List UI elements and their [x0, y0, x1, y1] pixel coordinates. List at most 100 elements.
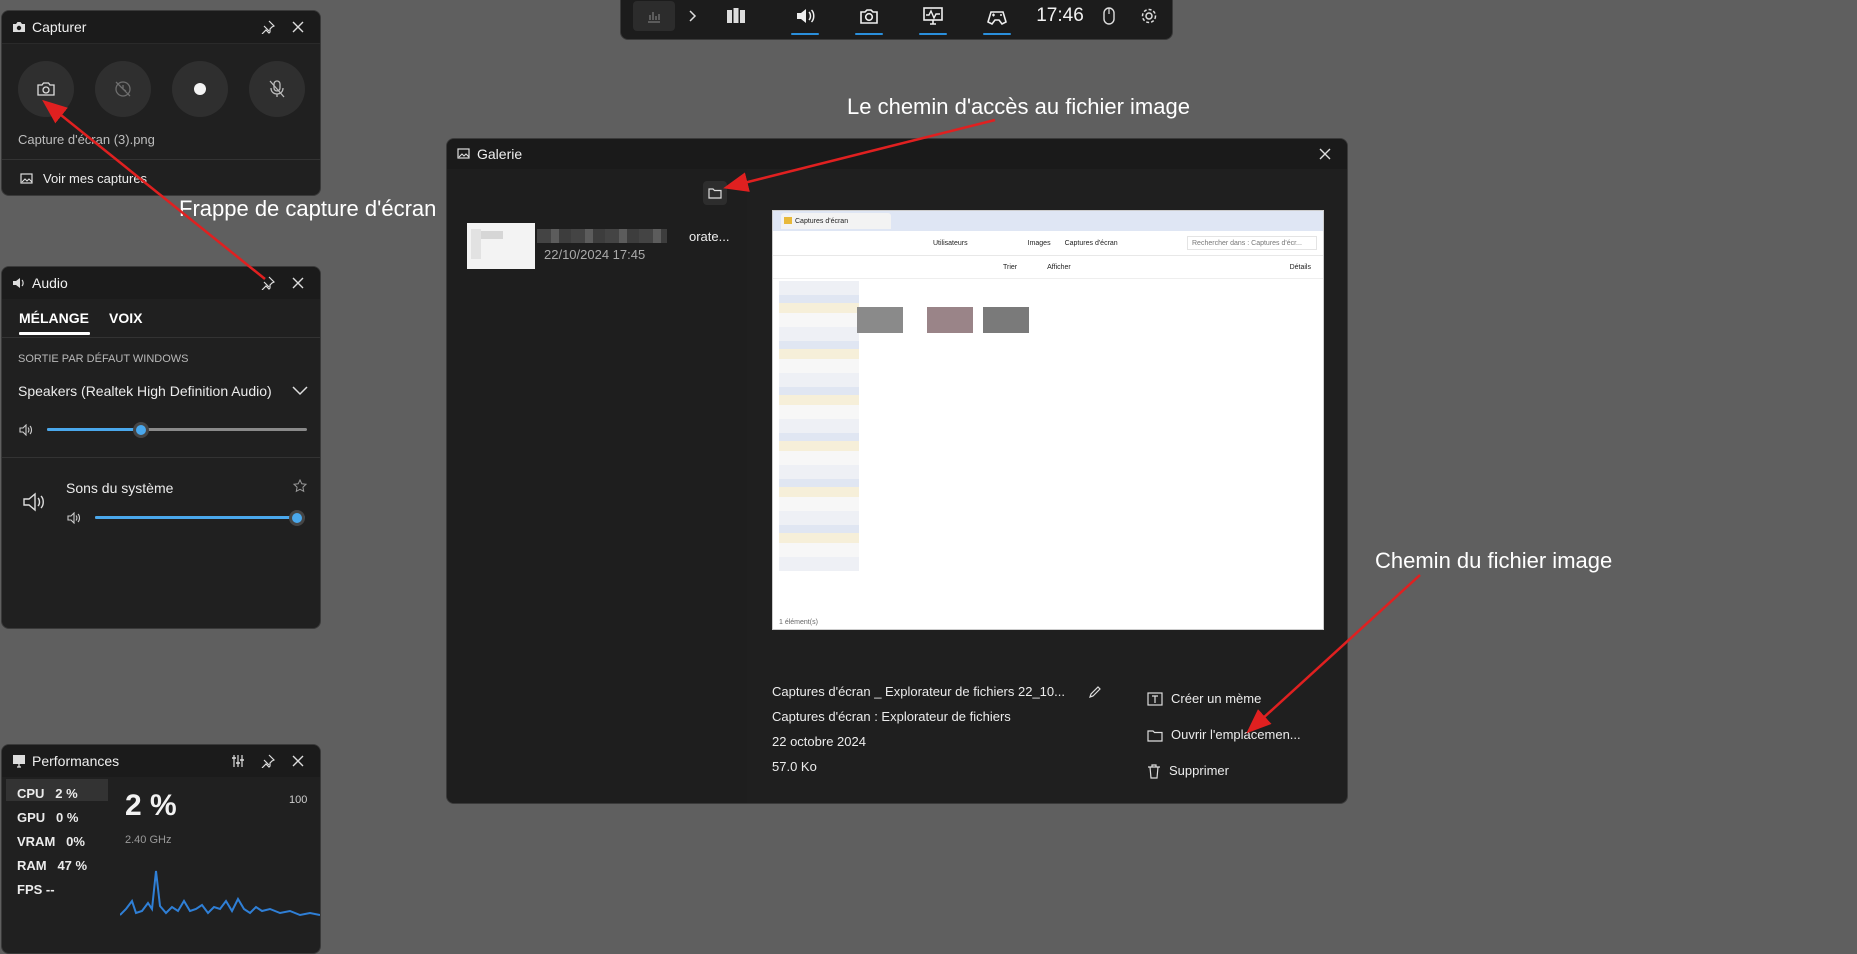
performance-icon	[12, 754, 26, 768]
system-sounds-icon	[22, 492, 46, 512]
gear-icon[interactable]	[1137, 1, 1161, 31]
widget-menu-icon[interactable]	[721, 1, 751, 31]
cpu-frequency: 2.40 GHz	[125, 834, 172, 846]
file-source: Captures d'écran : Explorateur de fichie…	[772, 709, 1011, 724]
preview-tab-title: Captures d'écran	[795, 217, 849, 225]
gallery-icon	[457, 147, 471, 161]
record-button[interactable]	[172, 61, 228, 117]
settings-sliders-icon[interactable]	[226, 749, 250, 773]
capture-titlebar: Capturer	[2, 11, 320, 44]
preview-toolbar: Trier Afficher Détails	[773, 256, 1323, 279]
pin-icon[interactable]	[256, 749, 280, 773]
close-icon[interactable]	[1313, 142, 1337, 166]
cpu-graph	[120, 870, 320, 917]
performance-title: Performances	[32, 753, 120, 769]
game-bar: 17:46	[620, 0, 1173, 40]
close-icon[interactable]	[286, 271, 310, 295]
tab-voice[interactable]: VOIX	[109, 310, 142, 326]
thumbnail	[467, 223, 535, 269]
volume-icon[interactable]	[787, 1, 823, 35]
open-folder-button[interactable]	[703, 181, 727, 205]
gallery-icon	[20, 172, 33, 184]
view-captures-link[interactable]: Voir mes captures	[20, 171, 147, 186]
chevron-down-icon	[292, 386, 308, 396]
item-date: 22/10/2024 17:45	[544, 247, 646, 262]
record-last-button[interactable]	[95, 61, 151, 117]
folder-icon	[784, 217, 792, 224]
tab-mix-underline	[19, 332, 90, 335]
camera-icon[interactable]	[851, 1, 887, 35]
gallery-list-item[interactable]: orate... 22/10/2024 17:45	[467, 223, 737, 269]
create-meme-label: Créer un mème	[1171, 691, 1262, 706]
performance-icon[interactable]	[915, 1, 951, 35]
delete-button[interactable]: Supprimer	[1147, 753, 1301, 789]
preview-tabbar: Captures d'écran	[773, 211, 1323, 231]
record-dot-icon	[194, 83, 206, 95]
stat-gpu[interactable]: GPU 0 %	[17, 806, 87, 830]
camera-icon	[12, 20, 26, 34]
system-volume-thumb[interactable]	[289, 510, 305, 526]
create-meme-button[interactable]: Créer un mème	[1147, 681, 1301, 717]
audio-widget: Audio MÉLANGE VOIX SORTIE PAR DÉFAUT WIN…	[1, 266, 321, 629]
default-output-label: SORTIE PAR DÉFAUT WINDOWS	[18, 353, 189, 365]
folder-icon	[708, 188, 722, 199]
master-volume-slider[interactable]	[47, 422, 307, 438]
screenshot-button[interactable]	[18, 61, 74, 117]
file-name: Captures d'écran _ Explorateur de fichie…	[772, 684, 1065, 699]
pin-icon[interactable]	[256, 271, 280, 295]
preview-path-0: Utilisateurs	[933, 239, 968, 247]
gallery-titlebar: Galerie	[447, 139, 1347, 169]
preview-file-thumb	[857, 307, 903, 333]
open-location-button[interactable]: Ouvrir l'emplacemen...	[1147, 717, 1301, 753]
gallery-window: Galerie orate... 22/10/2024 17:45 Captur…	[446, 138, 1348, 804]
cpu-big-value: 2 %	[125, 789, 177, 822]
performance-active-indicator	[919, 33, 947, 35]
last-capture-filename[interactable]: Capture d'écran (3).png	[18, 132, 155, 147]
pin-icon[interactable]	[256, 15, 280, 39]
file-actions: Créer un mème Ouvrir l'emplacemen... Sup…	[1147, 681, 1301, 789]
trash-icon	[1148, 763, 1160, 779]
stat-ram[interactable]: RAM 47 %	[17, 854, 87, 878]
chart-icon[interactable]	[633, 1, 675, 31]
annotation-path-top: Le chemin d'accès au fichier image	[847, 94, 1190, 119]
output-device-select[interactable]: Speakers (Realtek High Definition Audio)	[18, 383, 308, 399]
preview-tab: Captures d'écran	[781, 213, 891, 229]
performance-widget: Performances CPU 2 % GPU 0 % VRAM 0% RAM…	[1, 744, 321, 954]
close-icon[interactable]	[286, 15, 310, 39]
annotation-screenshot-key: Frappe de capture d'écran	[179, 196, 437, 221]
stat-vram[interactable]: VRAM 0%	[17, 830, 87, 854]
capture-widget: Capturer Capture d'écran (3).png Voir me…	[1, 10, 321, 196]
folder-icon	[1147, 729, 1163, 742]
output-device-value: Speakers (Realtek High Definition Audio)	[18, 383, 272, 399]
mouse-icon[interactable]	[1099, 1, 1119, 31]
preview-view: Afficher	[1047, 263, 1071, 271]
volume-active-indicator	[791, 33, 819, 35]
delete-label: Supprimer	[1169, 763, 1229, 778]
preview-image[interactable]: Captures d'écran Utilisateurs Images Cap…	[772, 210, 1324, 630]
favorite-star-icon[interactable]	[293, 479, 307, 493]
volume-small-icon	[19, 424, 33, 436]
audio-title: Audio	[32, 275, 68, 291]
audio-titlebar: Audio	[2, 267, 320, 299]
capture-title: Capturer	[32, 19, 87, 35]
preview-status: 1 élément(s)	[779, 619, 818, 626]
close-icon[interactable]	[286, 749, 310, 773]
preview-file-thumb	[927, 307, 973, 333]
gamepad-active-indicator	[983, 33, 1011, 35]
master-volume-thumb[interactable]	[133, 422, 149, 438]
stats-list: CPU 2 % GPU 0 % VRAM 0% RAM 47 % FPS --	[17, 782, 87, 902]
redacted-text	[537, 229, 667, 243]
system-volume-slider[interactable]	[95, 510, 305, 526]
item-title: orate...	[689, 229, 730, 244]
chevron-right-icon[interactable]	[683, 1, 703, 31]
stat-cpu[interactable]: CPU 2 %	[17, 782, 87, 806]
system-volume-fill	[95, 516, 305, 519]
gamepad-icon[interactable]	[979, 1, 1015, 35]
tab-mix[interactable]: MÉLANGE	[19, 310, 89, 326]
file-info: Captures d'écran _ Explorateur de fichie…	[772, 679, 1102, 779]
edit-pencil-icon[interactable]	[1088, 685, 1102, 699]
stat-fps[interactable]: FPS --	[17, 878, 87, 902]
gallery-list-pane: orate... 22/10/2024 17:45	[447, 169, 747, 803]
mic-toggle-button[interactable]	[249, 61, 305, 117]
gallery-title: Galerie	[477, 146, 523, 162]
